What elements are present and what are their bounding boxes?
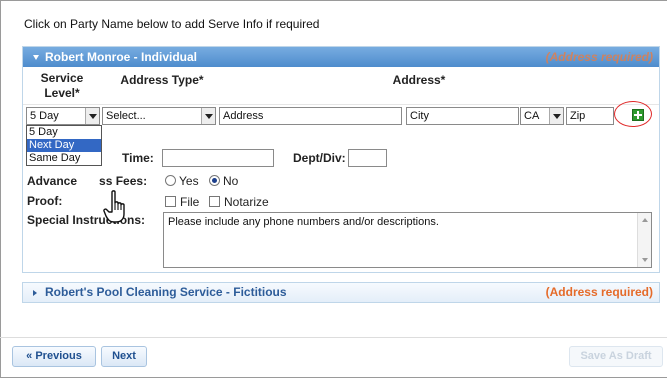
header-divider — [23, 104, 659, 105]
chevron-down-icon[interactable] — [85, 108, 99, 124]
checkbox-label-file: File — [180, 195, 200, 209]
service-level-dropdown: 5 Day Next Day Same Day — [26, 125, 102, 166]
dropdown-option-same-day[interactable]: Same Day — [27, 152, 101, 165]
next-button[interactable]: Next — [101, 346, 147, 367]
radio-label-yes: Yes — [179, 174, 199, 188]
checkbox-label-notarize: Notarize — [224, 195, 269, 209]
state-select[interactable]: CA — [520, 107, 564, 125]
caret-down-icon — [33, 55, 39, 61]
city-input[interactable]: City — [406, 107, 519, 125]
radio-selected-icon[interactable] — [209, 175, 220, 186]
time-label: Time: — [122, 151, 154, 165]
special-instructions-textarea[interactable]: Please include any phone numbers and/or … — [163, 212, 652, 268]
advance-fees-label-head: Advance — [27, 174, 78, 188]
radio-label-no: No — [223, 174, 239, 188]
proof-label: Proof: — [27, 194, 63, 208]
special-instructions-text: Please include any phone numbers and/or … — [168, 216, 439, 228]
previous-button[interactable]: « Previous — [12, 346, 96, 367]
footer-divider — [0, 337, 667, 338]
instruction-text: Click on Party Name below to add Serve I… — [24, 17, 320, 31]
address-type-value: Select... — [106, 110, 146, 122]
dept-input[interactable] — [348, 149, 387, 167]
address-required-label: (Address required) — [545, 50, 653, 64]
address-type-select[interactable]: Select... — [102, 107, 216, 125]
advance-fees-no[interactable]: No — [209, 174, 238, 188]
party-panel-robert-monroe: Robert Monroe - Individual (Address requ… — [22, 46, 660, 273]
col-address: Address* — [392, 73, 446, 87]
dropdown-option-next-day[interactable]: Next Day — [27, 139, 101, 152]
col-address-type: Address Type* — [120, 73, 204, 87]
party-name: Robert's Pool Cleaning Service - Fictiti… — [45, 285, 287, 299]
dropdown-option-5-day[interactable]: 5 Day — [27, 126, 101, 139]
chevron-down-icon[interactable] — [549, 108, 563, 124]
radio-icon[interactable] — [165, 175, 176, 186]
advance-fees-label: Advance ss Fees: — [27, 174, 147, 188]
checkbox-icon[interactable] — [209, 196, 220, 207]
advance-fees-yes[interactable]: Yes — [165, 174, 199, 188]
save-draft-button[interactable]: Save As Draft — [569, 346, 663, 367]
scroll-down-icon[interactable] — [642, 258, 648, 262]
hand-pointer-icon — [103, 190, 125, 223]
proof-file[interactable]: File — [165, 195, 199, 209]
scroll-up-icon[interactable] — [642, 218, 648, 222]
checkbox-icon[interactable] — [165, 196, 176, 207]
add-icon[interactable] — [632, 109, 644, 121]
advance-fees-label-tail: ss Fees: — [99, 174, 148, 188]
service-level-value: 5 Day — [30, 110, 59, 122]
party-header-roberts-pool[interactable]: Robert's Pool Cleaning Service - Fictiti… — [22, 282, 660, 303]
party-name: Robert Monroe - Individual — [45, 50, 197, 64]
dept-label: Dept/Div: — [293, 151, 346, 165]
state-value: CA — [524, 110, 540, 122]
textarea-scrollbar[interactable] — [637, 213, 651, 267]
caret-right-icon — [33, 289, 37, 296]
address-input[interactable]: Address — [219, 107, 402, 125]
col-service-level: Service Level* — [40, 71, 84, 100]
party-header-robert-monroe[interactable]: Robert Monroe - Individual (Address requ… — [23, 47, 659, 67]
time-input[interactable] — [162, 149, 274, 167]
service-level-select[interactable]: 5 Day — [26, 107, 100, 125]
proof-notarize[interactable]: Notarize — [209, 195, 269, 209]
chevron-down-icon[interactable] — [201, 108, 215, 124]
zip-input[interactable]: Zip — [566, 107, 614, 125]
address-required-label: (Address required) — [545, 285, 653, 299]
